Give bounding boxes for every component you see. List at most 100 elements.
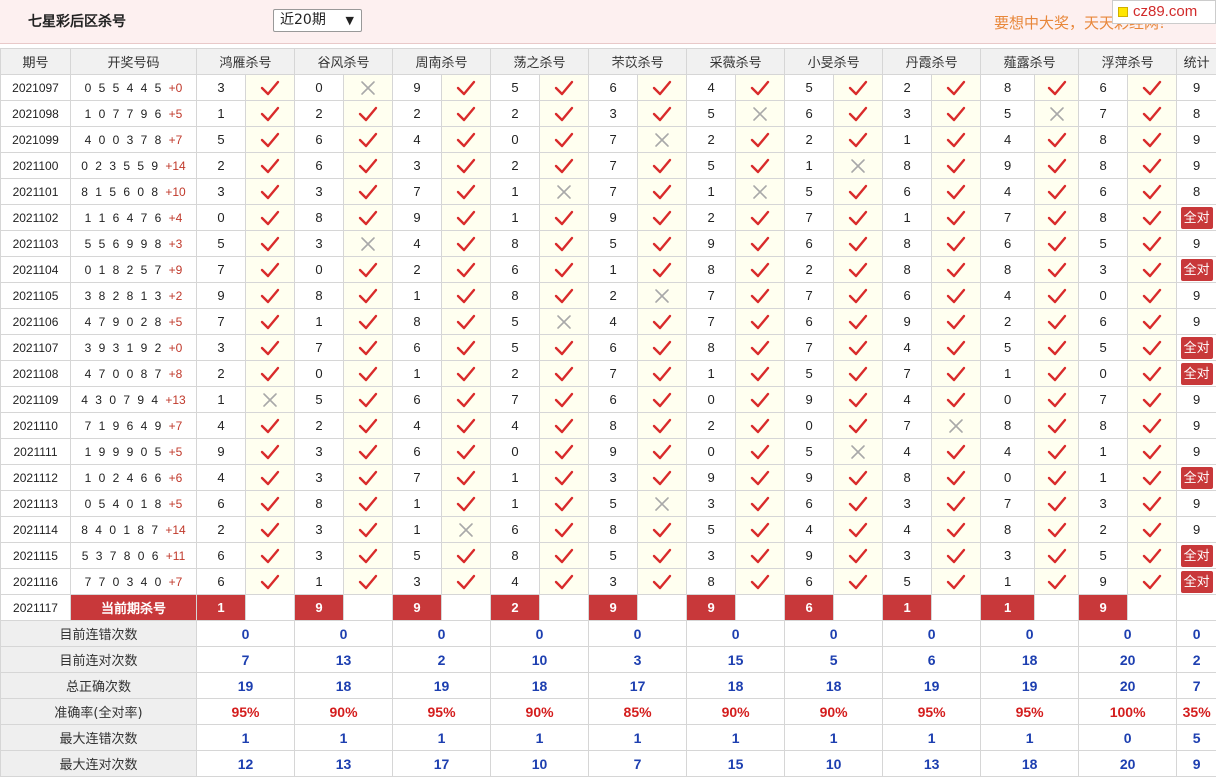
current-label: 当前期杀号	[70, 594, 197, 621]
cross-icon	[654, 132, 670, 147]
column-header: 周南杀号	[392, 48, 492, 75]
check-icon	[456, 496, 476, 511]
result-cell	[343, 282, 394, 309]
check-icon	[358, 262, 378, 277]
issue-cell: 2021105	[0, 282, 71, 309]
pick-number: 9	[980, 152, 1036, 179]
result-cell	[539, 542, 590, 569]
pick-number: 5	[490, 308, 541, 335]
pick-number: 8	[686, 568, 737, 595]
pick-number: 3	[196, 334, 246, 361]
pick-number: 6	[980, 230, 1036, 257]
site-logo[interactable]: cz89.com	[1112, 0, 1216, 24]
result-cell	[735, 412, 786, 439]
check-icon	[848, 132, 868, 147]
pick-number: 3	[686, 542, 737, 569]
stats-value: 15	[686, 646, 786, 673]
pick-number: 5	[196, 126, 246, 153]
pick-number: 7	[196, 308, 246, 335]
check-icon	[358, 158, 378, 173]
check-icon	[358, 392, 378, 407]
check-icon	[554, 418, 574, 433]
check-icon	[848, 340, 868, 355]
pick-number: 8	[882, 152, 933, 179]
pick-number: 6	[784, 100, 835, 127]
check-icon	[456, 392, 476, 407]
check-icon	[1142, 80, 1162, 95]
result-cell	[1127, 464, 1178, 491]
check-icon	[750, 314, 770, 329]
result-cell	[1034, 126, 1080, 153]
check-icon	[750, 366, 770, 381]
result-cell	[343, 490, 394, 517]
result-cell	[1127, 516, 1178, 543]
pick-number: 6	[1078, 74, 1129, 101]
current-pick-number: 1	[882, 594, 933, 621]
result-cell	[735, 516, 786, 543]
stat-cell: 9	[1176, 126, 1216, 153]
stat-cell: 9	[1176, 412, 1216, 439]
table-row: 2021107 3 9 3 1 9 2 +0 3 7 6 5 6 8 7 4 5 5 全对	[0, 334, 1216, 361]
pick-number: 7	[686, 282, 737, 309]
draw-numbers: 1 0 7 7 9 6	[84, 106, 169, 121]
issue-cell: 2021112	[0, 464, 71, 491]
pick-number: 3	[294, 464, 345, 491]
draw-numbers: 7 1 9 6 4 9	[84, 418, 169, 433]
draw-bonus: +7	[168, 418, 183, 433]
check-icon	[652, 106, 672, 121]
stats-label: 准确率(全对率)	[0, 698, 197, 725]
stats-value: 18	[294, 672, 394, 699]
stats-label: 最大连错次数	[0, 724, 197, 751]
issue-cell: 2021110	[0, 412, 71, 439]
check-icon	[1047, 522, 1067, 537]
check-icon	[848, 236, 868, 251]
check-icon	[260, 548, 280, 563]
check-icon	[652, 522, 672, 537]
draw-cell: 5 3 7 8 0 6 +11	[70, 542, 197, 569]
issue-cell: 2021116	[0, 568, 71, 595]
pick-number: 6	[588, 74, 639, 101]
current-pick-number: 1	[980, 594, 1036, 621]
draw-cell: 5 5 6 9 9 8 +3	[70, 230, 197, 257]
pick-number: 3	[882, 100, 933, 127]
pick-number: 6	[196, 490, 246, 517]
result-cell	[244, 204, 296, 231]
check-icon	[1047, 548, 1067, 563]
result-cell	[735, 490, 786, 517]
result-cell	[441, 542, 492, 569]
check-icon	[456, 574, 476, 589]
check-icon	[456, 184, 476, 199]
all-correct-badge: 全对	[1180, 258, 1213, 281]
stats-value: 18	[980, 750, 1080, 777]
result-cell	[833, 178, 884, 205]
stats-value: 5	[784, 646, 884, 673]
result-cell	[441, 126, 492, 153]
stat-cell: 9	[1176, 516, 1216, 543]
result-cell	[931, 282, 982, 309]
check-icon	[456, 106, 476, 121]
check-icon	[946, 340, 966, 355]
result-cell	[931, 490, 982, 517]
draw-bonus: +7	[168, 132, 183, 147]
check-icon	[456, 80, 476, 95]
result-cell	[441, 282, 492, 309]
pick-number: 1	[392, 516, 443, 543]
result-cell	[735, 308, 786, 335]
pick-number: 8	[882, 256, 933, 283]
stat-cell: 全对	[1176, 256, 1216, 283]
range-select[interactable]: 近20期 ▼	[273, 9, 362, 32]
pick-number: 2	[490, 152, 541, 179]
check-icon	[554, 444, 574, 459]
pick-number: 7	[882, 360, 933, 387]
result-cell	[539, 360, 590, 387]
column-header: 期号	[0, 48, 71, 75]
result-cell	[637, 74, 688, 101]
check-icon	[750, 262, 770, 277]
pick-number: 7	[490, 386, 541, 413]
pick-number: 5	[882, 568, 933, 595]
stats-value: 0	[490, 620, 590, 647]
result-cell	[343, 360, 394, 387]
pick-number: 9	[392, 74, 443, 101]
result-cell	[539, 152, 590, 179]
pick-number: 5	[588, 490, 639, 517]
